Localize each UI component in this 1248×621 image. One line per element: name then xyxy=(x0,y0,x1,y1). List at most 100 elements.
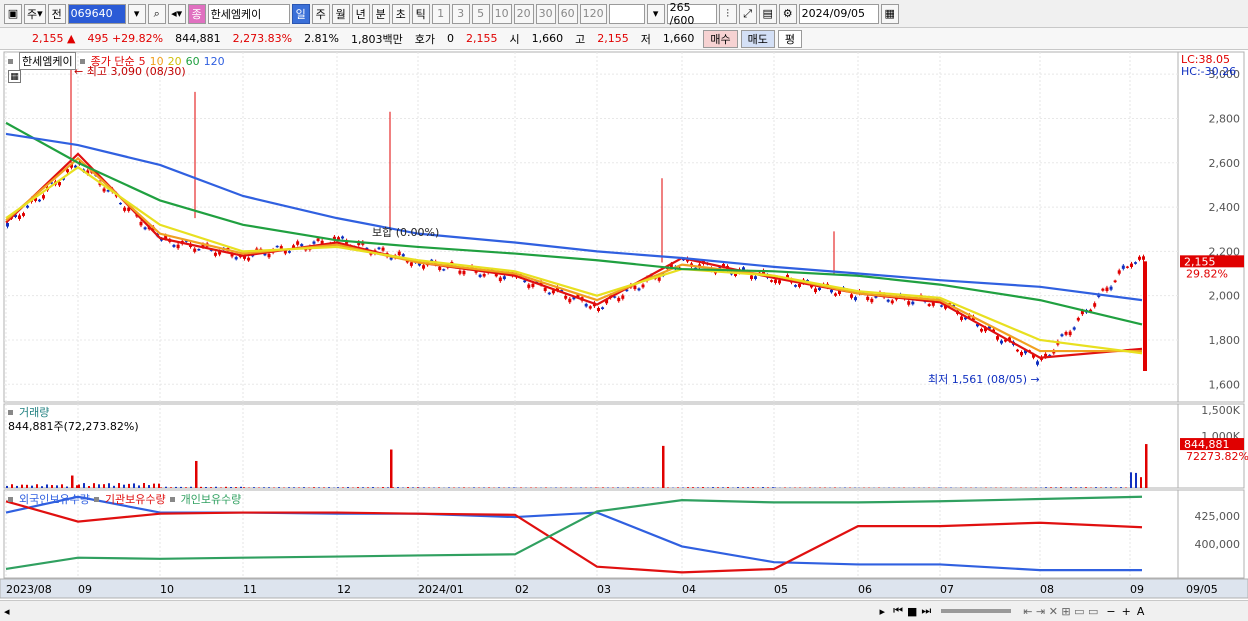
favorite-icon[interactable]: 종 xyxy=(187,3,206,24)
gear-icon[interactable]: ⚙ xyxy=(778,3,797,24)
interval-10[interactable]: 10 xyxy=(491,3,512,24)
zoom-in-icon[interactable]: + xyxy=(1122,605,1131,618)
flat-button[interactable]: 평 xyxy=(777,29,802,48)
volume-bar xyxy=(595,487,597,488)
candle-body xyxy=(1105,287,1109,292)
volume-bar xyxy=(448,487,450,488)
hoga-value: 0 xyxy=(447,32,454,45)
volume-bar xyxy=(1135,472,1137,488)
zoom-out-icon[interactable]: − xyxy=(1106,605,1115,618)
chart-menu-icon[interactable]: ▣ xyxy=(4,3,22,24)
volume-pct-tag: 72273.82% xyxy=(1186,450,1248,463)
candle-body xyxy=(197,249,201,251)
candle-body xyxy=(866,296,870,301)
tab-weekly[interactable]: 주 xyxy=(311,3,330,24)
volume-bar xyxy=(1050,487,1052,488)
volume-bar xyxy=(498,487,500,488)
candle-body xyxy=(980,328,983,332)
tab-daily[interactable]: 일 xyxy=(291,3,310,24)
interval-60[interactable]: 60 xyxy=(557,3,578,24)
volume-bar xyxy=(1095,487,1097,488)
tab-tick[interactable]: 틱 xyxy=(411,3,430,24)
candle-body xyxy=(172,244,176,247)
panel-marker-icon xyxy=(8,58,13,64)
volume-bar xyxy=(288,487,290,488)
candle-body xyxy=(458,270,462,274)
search-icon[interactable]: ⌕ xyxy=(147,3,166,24)
holding-y-tick: 400,000 xyxy=(1195,538,1241,551)
x-tick-label: 09/05 xyxy=(1186,583,1218,596)
interval-1[interactable]: 1 xyxy=(431,3,450,24)
volume-bar xyxy=(362,487,364,488)
range-input[interactable]: 265 /600 xyxy=(666,1,717,27)
tools-icons[interactable]: ⇤ ⇥ ✕ ⊞ ▭ ▭ xyxy=(1023,605,1098,618)
tab-monthly[interactable]: 월 xyxy=(331,3,350,24)
candle-body xyxy=(123,207,127,211)
volume-bar xyxy=(185,487,187,488)
speaker-icon[interactable]: ◂▾ xyxy=(167,3,186,24)
volume-bar xyxy=(697,487,699,488)
sell-button[interactable]: 매도 xyxy=(740,29,775,48)
last-icon[interactable]: ⏭ xyxy=(921,604,931,618)
scroll-left-icon[interactable]: ◂ xyxy=(4,605,10,618)
interval-dropdown-icon[interactable]: ▾ xyxy=(646,3,665,24)
volume-bar xyxy=(298,487,300,488)
stock-code-input[interactable]: 069640 xyxy=(67,3,126,24)
candle-body xyxy=(275,245,279,248)
candle-body xyxy=(1138,256,1141,260)
drawing-icon[interactable]: ⤢ xyxy=(738,3,757,24)
save-icon[interactable]: ▤ xyxy=(758,3,777,24)
prev-button[interactable]: 전 xyxy=(47,3,66,24)
volume-bar xyxy=(367,487,369,488)
volume-bar xyxy=(56,485,58,488)
candle-body xyxy=(774,279,777,283)
font-icon[interactable]: A xyxy=(1137,605,1145,618)
annotation-flat: 보합 (0.00%) xyxy=(372,226,439,239)
tab-second[interactable]: 초 xyxy=(391,3,410,24)
tab-minute[interactable]: 분 xyxy=(371,3,390,24)
chart-scrollbar[interactable]: ◂ ▸ ⏮ ■ ⏭ ⇤ ⇥ ✕ ⊞ ▭ ▭ − + A xyxy=(0,600,1248,621)
interval-120[interactable]: 120 xyxy=(579,3,607,24)
high-label: 고 xyxy=(575,32,586,46)
code-dropdown-icon[interactable]: ▾ xyxy=(127,3,146,24)
chart-area[interactable]: 2023/08 09 10 11 12 2024/01 02 03 04 05 06 07 08 09 09… xyxy=(0,50,1248,600)
candle-body xyxy=(633,285,637,290)
tab-yearly[interactable]: 년 xyxy=(351,3,370,24)
candle-body xyxy=(176,244,180,249)
ma20-label: 20 xyxy=(167,54,182,68)
table-icon[interactable]: ▦ xyxy=(8,70,21,83)
stop-icon[interactable]: ■ xyxy=(907,605,917,618)
volume-bar xyxy=(382,487,384,488)
volume-bar xyxy=(210,487,212,488)
volume-bar xyxy=(243,487,245,488)
volume-bar xyxy=(1120,487,1122,488)
interval-5[interactable]: 5 xyxy=(471,3,490,24)
interval-20[interactable]: 20 xyxy=(513,3,534,24)
x-tick-label: 06 xyxy=(858,583,872,596)
calendar-icon[interactable]: ▦ xyxy=(880,3,899,24)
indicator-icon[interactable]: ⫶ xyxy=(718,3,737,24)
candle-body xyxy=(381,247,385,251)
volume-bar xyxy=(667,487,669,488)
volume-bar xyxy=(513,487,515,488)
volume-bar xyxy=(6,485,8,488)
interval-3[interactable]: 3 xyxy=(451,3,470,24)
stock-name-box[interactable]: 한세엠케이 xyxy=(19,52,76,70)
candle-body xyxy=(564,295,568,299)
scroll-right-icon[interactable]: ▸ xyxy=(880,605,886,618)
candle-body xyxy=(940,305,943,307)
volume-bar xyxy=(16,485,18,488)
zoom-slider[interactable] xyxy=(941,609,1012,613)
candle-body xyxy=(1060,334,1064,337)
volume-bar xyxy=(1080,487,1082,488)
buy-button[interactable]: 매수 xyxy=(703,29,738,48)
volume-bar xyxy=(46,484,48,488)
period-dropdown[interactable]: 주 ▾ xyxy=(24,3,46,24)
date-input[interactable]: 2024/09/05 xyxy=(798,3,879,24)
interval-input[interactable] xyxy=(608,3,645,24)
holding-marker-icon xyxy=(8,496,13,502)
interval-30[interactable]: 30 xyxy=(535,3,556,24)
first-icon[interactable]: ⏮ xyxy=(893,604,903,618)
candle-body xyxy=(18,215,21,219)
volume-bar xyxy=(520,487,522,488)
